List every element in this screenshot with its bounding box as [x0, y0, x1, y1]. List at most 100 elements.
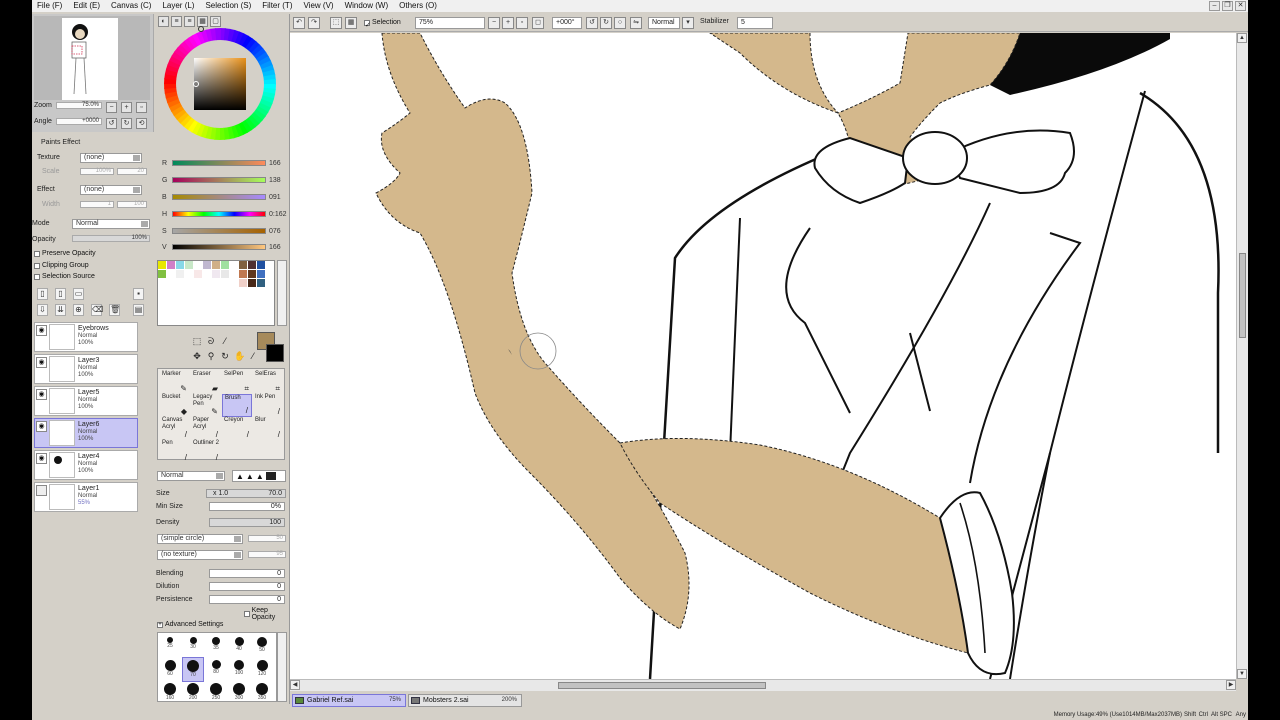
zoom-out-tb-icon[interactable]: − [488, 17, 500, 29]
eye-icon[interactable]: ◉ [36, 421, 47, 432]
navigator-preview[interactable] [34, 16, 150, 100]
keep-opacity-checkbox[interactable]: Keep Opacity [244, 607, 289, 621]
clipping-group-checkbox[interactable]: Clipping Group [34, 262, 89, 269]
clear-layer-icon[interactable]: ⌫ [91, 304, 103, 316]
merge-selection-icon[interactable]: ⊕ [73, 304, 84, 316]
delete-layer-icon[interactable]: 🗑 [109, 304, 120, 316]
scroll-right-icon[interactable]: ▶ [1226, 680, 1236, 690]
undo-icon[interactable]: ↶ [293, 17, 305, 29]
persistence-slider[interactable]: 0 [209, 595, 285, 604]
menu-layer[interactable]: Layer (L) [157, 0, 200, 12]
invert-selection-icon[interactable]: ▦ [345, 17, 357, 29]
color-swatch[interactable] [212, 288, 221, 297]
rotate-ccw-icon[interactable]: ↺ [586, 17, 598, 29]
drawing-canvas[interactable] [290, 33, 1236, 679]
swatch-scrollbar[interactable] [277, 260, 287, 326]
move-icon[interactable]: ✥ [192, 351, 202, 361]
color-swatch[interactable] [221, 279, 230, 288]
zoom-slider[interactable]: 75.0% [56, 102, 102, 109]
rotate-right-icon[interactable]: ↻ [121, 118, 132, 129]
eyedropper-icon[interactable]: ⁄ [248, 351, 258, 361]
minimize-icon[interactable]: – [1209, 1, 1220, 11]
color-swatch[interactable] [176, 261, 185, 270]
menu-canvas[interactable]: Canvas (C) [106, 0, 157, 12]
layer-row-layer6[interactable]: ◉ Layer6 Normal 100% [34, 418, 138, 448]
color-swatch[interactable] [194, 261, 203, 270]
zoom-in-icon[interactable]: + [121, 102, 132, 113]
brush-size-preset[interactable]: 250 [206, 681, 226, 704]
menu-file[interactable]: File (F) [32, 0, 68, 12]
color-swatch[interactable] [239, 261, 248, 270]
eye-icon[interactable]: ◉ [36, 453, 47, 464]
effect-amount-slider[interactable]: 100 [117, 201, 147, 208]
brush-size-preset[interactable]: 80 [206, 658, 226, 681]
dilution-slider[interactable]: 0 [209, 582, 285, 591]
brush-size-preset[interactable]: 35 [206, 635, 226, 658]
texture-level-slider[interactable]: 20 [117, 168, 147, 175]
brush-size-preset[interactable]: 25 [160, 635, 180, 658]
brush-size-preset[interactable]: 160 [160, 681, 180, 704]
color-swatch[interactable] [158, 279, 167, 288]
color-swatch[interactable] [185, 279, 194, 288]
brush-size-preset[interactable]: 60 [160, 658, 180, 681]
blue-slider[interactable] [172, 194, 266, 200]
layer-row-layer4[interactable]: ◉ Layer4 Normal 100% [34, 450, 138, 480]
rotate-tool-icon[interactable]: ↻ [220, 351, 230, 361]
angle-field[interactable]: +000° [552, 17, 582, 29]
color-swatch[interactable] [230, 270, 239, 279]
brush-size-preset[interactable]: 40 [229, 635, 249, 658]
color-swatch[interactable] [248, 270, 257, 279]
redo-icon[interactable]: ↷ [308, 17, 320, 29]
brush-size-scrollbar[interactable] [277, 632, 287, 702]
color-swatch[interactable] [176, 279, 185, 288]
eye-icon[interactable]: ◉ [36, 357, 47, 368]
tab-mobsters-2[interactable]: Mobsters 2.sai 200% [408, 694, 522, 707]
brush-size-preset[interactable]: 300 [229, 681, 249, 704]
color-swatch[interactable] [212, 279, 221, 288]
brush-tool-marker[interactable]: Marker ✎ [160, 371, 190, 394]
flip-horizontal-icon[interactable]: ⇋ [630, 17, 642, 29]
select-rect-icon[interactable]: ⬚ [192, 336, 202, 346]
horizontal-scrollbar[interactable]: ◀ ▶ [290, 679, 1236, 691]
color-swatch[interactable] [257, 279, 266, 288]
zoom-dropdown[interactable]: 75% [415, 17, 485, 29]
color-swatch[interactable] [185, 288, 194, 297]
color-swatch[interactable] [239, 279, 248, 288]
color-swatch[interactable] [167, 288, 176, 297]
layer-row-layer1[interactable]: Layer1 Normal 55% [34, 482, 138, 512]
deselect-icon[interactable]: ⬚ [330, 17, 342, 29]
color-swatch-grid[interactable] [157, 260, 275, 326]
eye-icon[interactable]: ◉ [36, 325, 47, 336]
brush-tool-seleras[interactable]: SelEras ⌗ [253, 371, 283, 394]
tab-gabriel-ref[interactable]: Gabriel Ref.sai 75% [292, 694, 406, 707]
brush-tool-selpen[interactable]: SelPen ⌗ [222, 371, 252, 394]
color-swatch[interactable] [257, 288, 266, 297]
brush-size-preset[interactable]: 350 [252, 681, 272, 704]
color-swatch[interactable] [167, 270, 176, 279]
brush-tool-legacy-pen[interactable]: Legacy Pen ✎ [191, 394, 221, 417]
color-swatch[interactable] [248, 279, 257, 288]
brush-tool-canvas-acryl[interactable]: Canvas Acryl / [160, 417, 190, 440]
color-swatch[interactable] [176, 270, 185, 279]
texture-dropdown[interactable]: (none) [80, 153, 142, 163]
blend-mode-arrow-icon[interactable]: ▾ [682, 17, 694, 29]
color-swatch[interactable] [230, 261, 239, 270]
brush-tool-blur[interactable]: Blur / [253, 417, 283, 440]
hand-icon[interactable]: ✋ [234, 351, 245, 361]
effect-dropdown[interactable]: (none) [80, 185, 142, 195]
color-swatch[interactable] [185, 270, 194, 279]
color-swatch[interactable] [194, 270, 203, 279]
preserve-opacity-checkbox[interactable]: Preserve Opacity [34, 250, 96, 257]
brush-tool-paper-acryl[interactable]: Paper Acryl / [191, 417, 221, 440]
brush-tool-bucket[interactable]: Bucket ◆ [160, 394, 190, 417]
menu-edit[interactable]: Edit (E) [68, 0, 106, 12]
brush-size-preset[interactable]: 50 [252, 635, 272, 658]
brush-size-preset[interactable]: 30 [183, 635, 203, 658]
brush-shape-selector[interactable]: ▲ ▲ ▲ [232, 470, 286, 482]
rotate-reset-icon[interactable]: ⟲ [136, 118, 147, 129]
color-swatch[interactable] [221, 261, 230, 270]
brush-shape-value-slider[interactable]: 50 [248, 535, 286, 542]
angle-slider[interactable]: +0000 [56, 118, 102, 125]
color-swatch[interactable] [194, 279, 203, 288]
layer-opacity-slider[interactable]: 100% [72, 235, 150, 242]
